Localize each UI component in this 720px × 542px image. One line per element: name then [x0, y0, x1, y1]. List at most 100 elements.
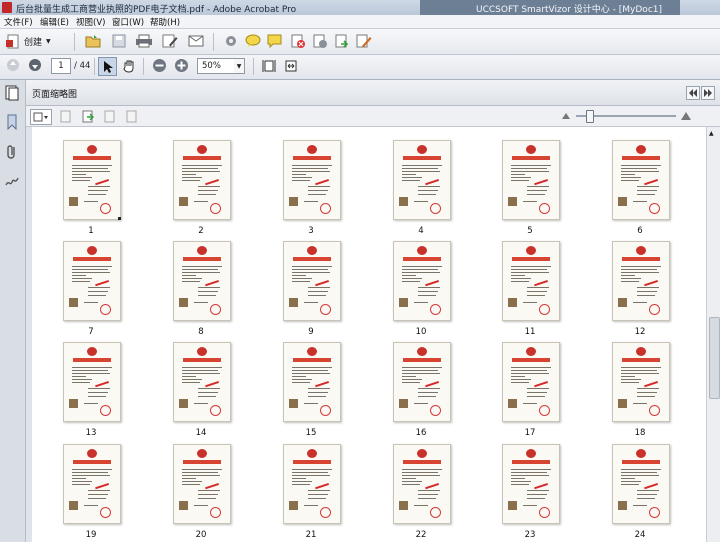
- text-line: [511, 180, 529, 181]
- bookmarks-tab-icon[interactable]: [4, 113, 20, 131]
- save-icon[interactable]: [110, 32, 128, 50]
- vertical-scrollbar[interactable]: ▲: [706, 127, 720, 542]
- settings-icon[interactable]: [222, 32, 240, 50]
- thumbnail-page-image[interactable]: [283, 241, 341, 321]
- text-line: [308, 272, 330, 273]
- comment-icon[interactable]: [244, 32, 262, 50]
- thumbnail-replace-page-icon[interactable]: [125, 109, 139, 123]
- next-page-icon[interactable]: [27, 57, 43, 73]
- signatures-tab-icon[interactable]: [4, 172, 20, 190]
- extract-page-icon[interactable]: [333, 32, 351, 50]
- text-line: [633, 505, 647, 506]
- thumbnail-insert-page-icon[interactable]: [81, 109, 95, 123]
- thumbnail-size-small-icon[interactable]: [560, 111, 572, 121]
- red-signature-mark: [315, 381, 331, 393]
- text-line: [402, 370, 418, 371]
- thumbnail-page-image[interactable]: [173, 342, 231, 422]
- thumbnail-page-image[interactable]: [63, 241, 121, 321]
- scrollbar-thumb[interactable]: [709, 317, 720, 399]
- zoom-in-icon[interactable]: [173, 57, 190, 74]
- selection-handle[interactable]: [118, 217, 121, 220]
- sticky-note-icon[interactable]: [266, 32, 284, 50]
- previous-page-icon[interactable]: [5, 57, 21, 73]
- zoom-level-input[interactable]: 50%: [197, 58, 239, 74]
- emblem-icon: [307, 145, 317, 154]
- print-icon[interactable]: [134, 32, 154, 50]
- text-line: [198, 266, 222, 267]
- menu-window[interactable]: 窗口(W): [112, 16, 144, 28]
- zoom-out-icon[interactable]: [151, 57, 168, 74]
- thumbnail-delete-page-icon[interactable]: [59, 109, 73, 123]
- page-thumbnails-tab-icon[interactable]: [4, 84, 20, 102]
- delete-page-icon[interactable]: [289, 32, 307, 50]
- zoom-dropdown-icon[interactable]: ▼: [234, 58, 245, 74]
- scroll-up-icon[interactable]: ▲: [709, 130, 714, 137]
- photo-mark: [618, 501, 627, 510]
- menu-help[interactable]: 帮助(H): [150, 16, 180, 28]
- thumbnail-page-image[interactable]: [612, 140, 670, 220]
- thumbnail-page-image[interactable]: [173, 241, 231, 321]
- text-line: [84, 201, 98, 202]
- thumbnail-page-image[interactable]: [283, 342, 341, 422]
- text-line: [527, 475, 549, 476]
- text-line: [308, 469, 332, 470]
- text-line: [308, 475, 330, 476]
- thumbnail-extract-page-icon[interactable]: [103, 109, 117, 123]
- thumbnail-page-image[interactable]: [612, 241, 670, 321]
- open-folder-icon[interactable]: [84, 32, 102, 50]
- text-line: [72, 174, 86, 175]
- thumbnail-page-image[interactable]: [612, 444, 670, 524]
- thumbnail-page-image[interactable]: [63, 342, 121, 422]
- page-number-input[interactable]: 1: [51, 58, 71, 74]
- thumbnail-page-image[interactable]: [502, 342, 560, 422]
- thumbnail-page-image[interactable]: [173, 140, 231, 220]
- thumbnail-page-image[interactable]: [283, 140, 341, 220]
- text-line: [511, 275, 525, 276]
- thumbnail-page-image[interactable]: [63, 444, 121, 524]
- hand-tool-icon[interactable]: [120, 57, 137, 74]
- collapse-panel-icon[interactable]: [686, 86, 700, 100]
- thumbnail-page-image[interactable]: [63, 140, 121, 220]
- sign-icon[interactable]: [355, 32, 373, 50]
- create-button[interactable]: 创建 ▼: [6, 33, 51, 50]
- thumbnail-page-image[interactable]: [393, 241, 451, 321]
- select-cursor-icon[interactable]: [98, 57, 117, 76]
- text-line: [637, 168, 657, 169]
- insert-page-icon[interactable]: [311, 32, 329, 50]
- thumbnail-page-image[interactable]: [502, 444, 560, 524]
- text-line: [198, 367, 222, 368]
- thumbnail-page-image[interactable]: [393, 342, 451, 422]
- text-line: [523, 201, 537, 202]
- text-line: [523, 302, 537, 303]
- thumbnail-page-image[interactable]: [502, 140, 560, 220]
- red-seal-icon: [320, 304, 331, 315]
- thumbnail-page-image[interactable]: [173, 444, 231, 524]
- thumbnail-page-image[interactable]: [393, 140, 451, 220]
- menu-view[interactable]: 视图(V): [76, 16, 105, 28]
- thumbnail-page-image[interactable]: [612, 342, 670, 422]
- edit-icon[interactable]: [161, 32, 179, 50]
- text-line: [308, 370, 328, 371]
- text-line: [511, 472, 527, 473]
- text-line: [304, 505, 318, 506]
- attachments-tab-icon[interactable]: [4, 143, 20, 161]
- thumbnail-page-image[interactable]: [283, 444, 341, 524]
- expand-panel-icon[interactable]: [701, 86, 715, 100]
- create-button-label: 创建: [24, 38, 43, 48]
- thumbnail-size-slider-handle[interactable]: [586, 110, 594, 123]
- thumbnail-size-large-icon[interactable]: [680, 110, 692, 122]
- text-line: [637, 475, 659, 476]
- text-line: [621, 481, 641, 482]
- text-line: [637, 396, 655, 397]
- page-total-label: / 44: [74, 61, 91, 71]
- options-menu-icon[interactable]: [30, 109, 52, 125]
- red-seal-icon: [100, 405, 111, 416]
- email-icon[interactable]: [187, 32, 205, 50]
- menu-edit[interactable]: 编辑(E): [40, 16, 69, 28]
- menu-file[interactable]: 文件(F): [4, 16, 33, 28]
- thumbnail-page-image[interactable]: [393, 444, 451, 524]
- thumbnail-page-image[interactable]: [502, 241, 560, 321]
- text-line: [308, 295, 326, 296]
- fit-page-icon[interactable]: [260, 57, 277, 74]
- fit-width-icon[interactable]: [282, 57, 299, 74]
